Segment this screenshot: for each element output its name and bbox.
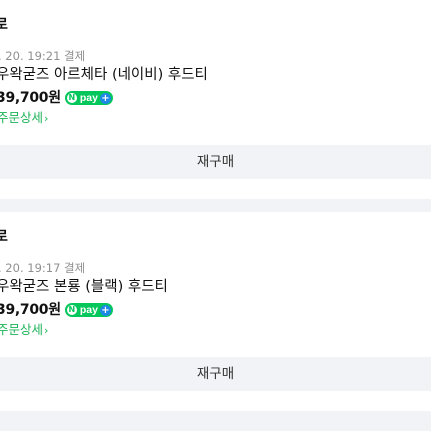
plus-icon: + bbox=[99, 92, 111, 104]
order-status: 로 bbox=[0, 229, 8, 245]
order-detail-label: 주문상세 bbox=[0, 110, 44, 125]
order-detail-link[interactable]: 주문상세› bbox=[0, 322, 48, 339]
rebuy-button[interactable]: 재구매 bbox=[0, 357, 431, 391]
product-name[interactable]: 우왁굳즈 아르체타 (네이비) 후드티 bbox=[0, 66, 208, 85]
chevron-right-icon: › bbox=[44, 112, 49, 125]
order-price: 39,700원 bbox=[0, 302, 61, 318]
product-name[interactable]: 우왁굳즈 본룡 (블랙) 후드티 bbox=[0, 278, 168, 297]
card-separator bbox=[0, 199, 431, 212]
naver-pay-plus-icon: N pay + bbox=[64, 91, 113, 105]
price-row: 39,700원 N pay + bbox=[0, 300, 113, 320]
naver-n-icon: N bbox=[66, 93, 77, 103]
order-date: . 20. 19:17 결제 bbox=[0, 261, 86, 275]
card-separator bbox=[0, 411, 431, 431]
naver-pay-plus-icon: N pay + bbox=[64, 303, 113, 317]
order-detail-link[interactable]: 주문상세› bbox=[0, 110, 48, 127]
order-card: 로 . 20. 19:21 결제 우왁굳즈 아르체타 (네이비) 후드티 39,… bbox=[0, 0, 431, 199]
npay-label: pay bbox=[79, 304, 98, 316]
order-date: . 20. 19:21 결제 bbox=[0, 49, 86, 63]
price-row: 39,700원 N pay + bbox=[0, 88, 113, 108]
order-price: 39,700원 bbox=[0, 90, 61, 106]
order-status: 로 bbox=[0, 17, 8, 33]
rebuy-button[interactable]: 재구매 bbox=[0, 145, 431, 179]
naver-n-icon: N bbox=[66, 305, 77, 315]
npay-label: pay bbox=[79, 92, 98, 104]
chevron-right-icon: › bbox=[44, 324, 49, 337]
plus-icon: + bbox=[99, 304, 111, 316]
order-card: 로 . 20. 19:17 결제 우왁굳즈 본룡 (블랙) 후드티 39,700… bbox=[0, 212, 431, 411]
order-detail-label: 주문상세 bbox=[0, 322, 44, 337]
